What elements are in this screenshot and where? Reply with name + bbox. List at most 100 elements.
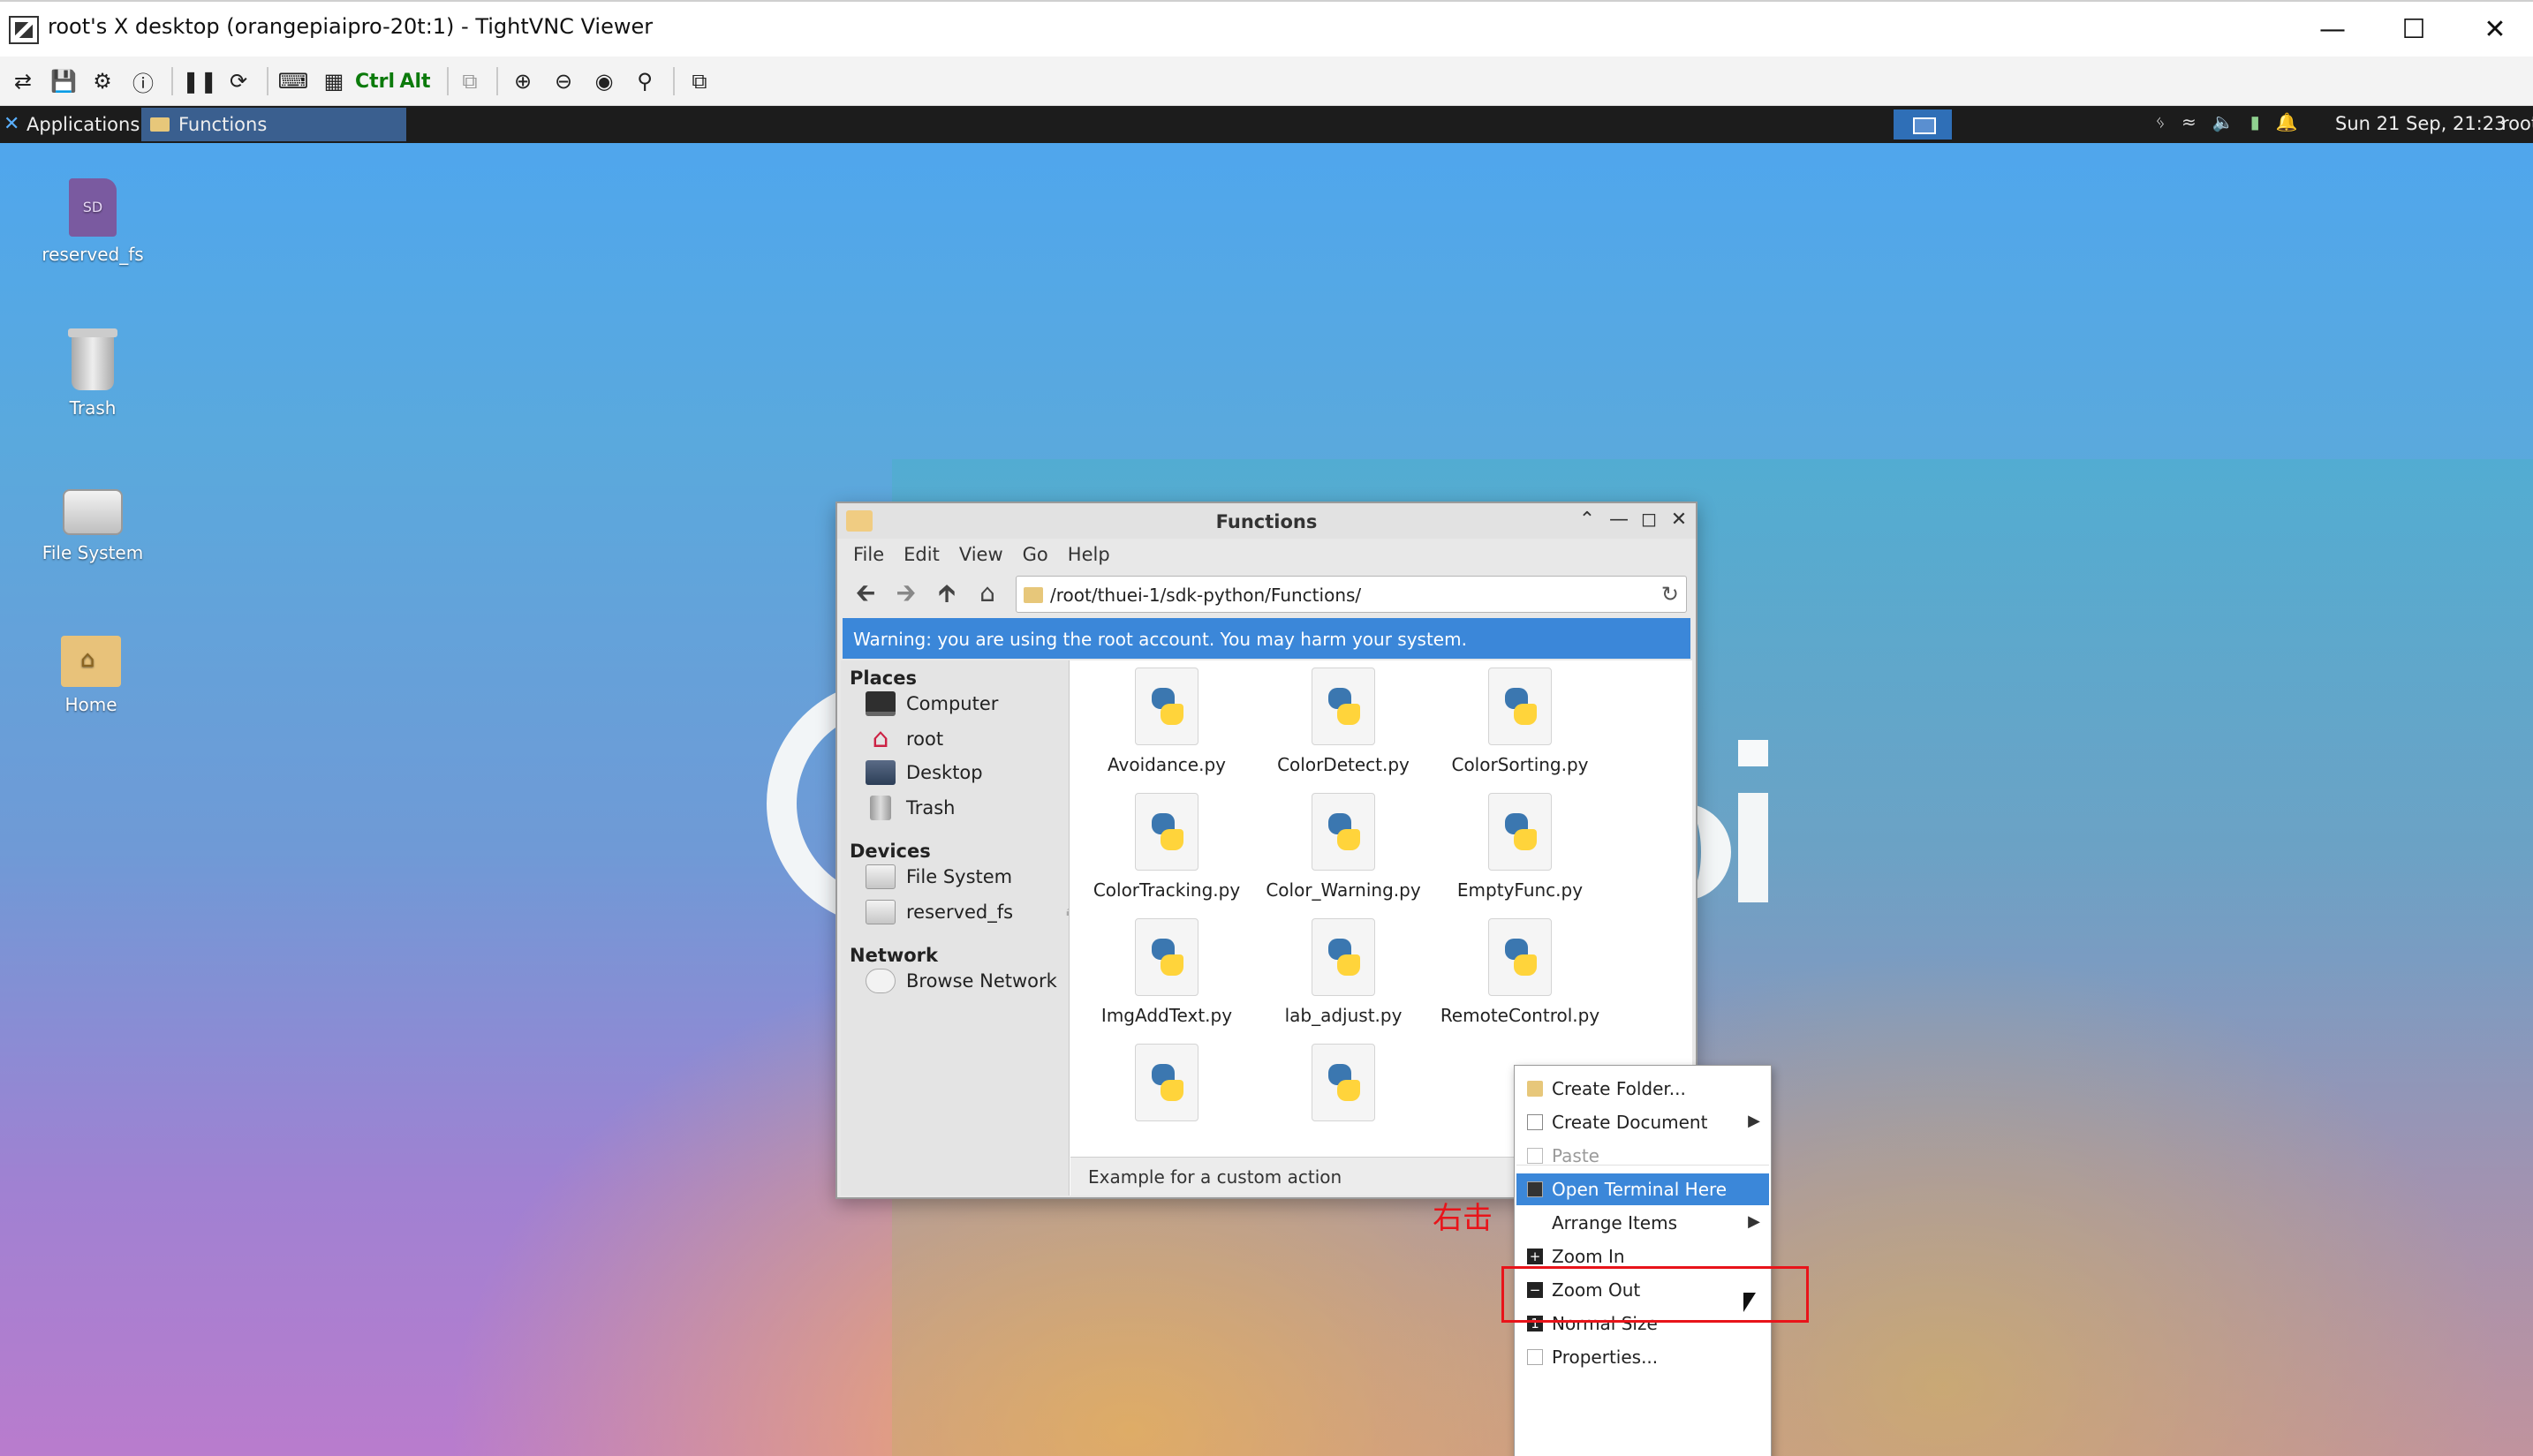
python-file-icon (1312, 793, 1375, 871)
file-item[interactable]: lab_adjust.py (1255, 918, 1432, 1026)
panel-clock[interactable]: Sun 21 Sep, 21:23 (2335, 113, 2506, 134)
network-header: Network (850, 945, 939, 966)
info-icon[interactable]: ⓘ (127, 65, 159, 97)
sidebar-item-reserved-fs[interactable]: reserved_fs ⏏ (866, 897, 1082, 927)
location-bar[interactable]: /root/thuei-1/sdk-python/Functions/ ↻ (1016, 576, 1687, 613)
taskbar-item-label: Functions (178, 114, 268, 135)
menu-edit[interactable]: Edit (896, 539, 952, 570)
file-item[interactable] (1078, 1044, 1255, 1130)
menu-item-create-folder[interactable]: Create Folder... (1516, 1073, 1769, 1105)
wallpaper-logo-dot (1738, 740, 1768, 766)
windows-key-icon[interactable]: ▦ (318, 65, 350, 97)
sidebar-item-trash[interactable]: Trash (866, 793, 956, 823)
save-icon[interactable]: 💾 (48, 65, 79, 97)
battery-icon[interactable]: ▮ (2250, 111, 2260, 132)
toolbar-separator (171, 67, 173, 95)
close-button[interactable]: ✕ (2455, 7, 2533, 51)
network-icon (866, 969, 896, 993)
fullscreen-icon[interactable]: ⧉ (684, 65, 715, 97)
desktop-icon-home[interactable]: Home (25, 636, 157, 715)
menu-item-properties[interactable]: Properties... (1516, 1341, 1769, 1373)
context-menu: Create Folder... Create Document ▶ Paste… (1514, 1065, 1772, 1456)
up-icon[interactable]: 🡱 (931, 581, 963, 607)
menu-file[interactable]: File (846, 539, 896, 570)
zoom-out-icon[interactable]: ⊖ (548, 65, 579, 97)
home-icon[interactable]: ⌂ (972, 581, 1003, 607)
panel-user[interactable]: root (2501, 113, 2533, 134)
desktop-icon-reserved-fs[interactable]: SD reserved_fs (26, 178, 159, 265)
close-button[interactable]: ✕ (1667, 509, 1690, 532)
desktop-icon-label: Home (64, 694, 117, 715)
file-item[interactable]: Avoidance.py (1078, 668, 1255, 775)
shade-button[interactable]: ⌃ (1576, 509, 1599, 532)
sidebar-item-desktop[interactable]: Desktop (866, 758, 983, 788)
file-item[interactable]: ColorTracking.py (1078, 793, 1255, 901)
desktop-icon-file-system[interactable]: File System (26, 489, 159, 563)
ctrl-key-button[interactable]: Ctrl (355, 65, 395, 97)
paste-icon (1527, 1148, 1543, 1164)
options-icon[interactable]: ⚙ (87, 65, 118, 97)
bluetooth-icon[interactable]: ᛃ (2155, 111, 2166, 132)
pause-icon[interactable]: ❚❚ (182, 65, 217, 97)
taskbar-item-functions[interactable]: Functions (141, 108, 406, 141)
minimize-button[interactable]: — (2293, 7, 2372, 51)
menu-item-label: Paste (1552, 1145, 1599, 1166)
menu-view[interactable]: View (952, 539, 1016, 570)
workspace-switcher[interactable] (1894, 109, 1952, 140)
new-connection-icon[interactable]: ⇄ (7, 65, 39, 97)
file-name: ColorSorting.py (1451, 754, 1589, 775)
menu-go[interactable]: Go (1016, 539, 1061, 570)
file-item[interactable]: Color_Warning.py (1255, 793, 1432, 901)
zoom-in-icon[interactable]: ⊕ (507, 65, 539, 97)
reload-icon[interactable]: ↻ (1661, 582, 1679, 607)
alt-key-button[interactable]: Alt (399, 65, 431, 97)
submenu-arrow-icon: ▶ (1748, 1212, 1760, 1231)
volume-icon[interactable]: 🔈 (2212, 111, 2234, 132)
clipboard-icon[interactable]: ⧉ (454, 65, 486, 97)
wifi-icon[interactable]: ≈ (2181, 111, 2197, 132)
file-item[interactable]: RemoteControl.py (1432, 918, 1608, 1026)
file-item[interactable]: ImgAddText.py (1078, 918, 1255, 1026)
python-file-icon (1488, 918, 1552, 996)
file-item[interactable]: ColorSorting.py (1432, 668, 1608, 775)
menu-help[interactable]: Help (1061, 539, 1123, 570)
file-item[interactable]: EmptyFunc.py (1432, 793, 1608, 901)
menu-item-arrange-items[interactable]: Arrange Items ▶ (1516, 1207, 1769, 1239)
file-manager-title-bar[interactable]: Functions ⌃ — ◻ ✕ (837, 503, 1696, 539)
vnc-toolbar: ⇄ 💾 ⚙ ⓘ ❚❚ ⟳ ⌨ ▦ Ctrl Alt ⧉ ⊕ ⊖ ◉ ⚲ ⧉ (0, 57, 2533, 106)
ctrl-alt-del-icon[interactable]: ⌨ (277, 65, 309, 97)
notification-icon[interactable]: 🔔 (2276, 111, 2298, 132)
maximize-button[interactable]: ◻ (1637, 509, 1660, 532)
sidebar-item-file-system[interactable]: File System (866, 862, 1012, 892)
file-name: ColorTracking.py (1093, 879, 1241, 901)
python-file-icon (1312, 1044, 1375, 1121)
maximize-button[interactable]: ☐ (2374, 7, 2454, 51)
file-item[interactable] (1255, 1044, 1432, 1130)
menu-item-label: Properties... (1552, 1347, 1659, 1368)
file-item[interactable]: ColorDetect.py (1255, 668, 1432, 775)
applications-menu[interactable]: ✕ Applications ⋮ (4, 111, 163, 138)
navigation-bar: 🡰 🡲 🡱 ⌂ /root/thuei-1/sdk-python/Functio… (837, 570, 1696, 616)
back-icon[interactable]: 🡰 (850, 581, 881, 607)
zoom-fit-icon[interactable]: ⚲ (629, 65, 661, 97)
python-file-icon (1488, 793, 1552, 871)
toolbar-separator (673, 67, 675, 95)
python-file-icon (1135, 793, 1198, 871)
remote-desktop[interactable]: ✕ Applications ⋮ Functions ᛃ ≈ 🔈 ▮ 🔔 Sun… (0, 106, 2533, 1456)
forward-icon[interactable]: 🡲 (890, 581, 922, 607)
minimize-button[interactable]: — (1607, 509, 1630, 532)
sidebar-item-root[interactable]: ⌂ root (866, 724, 943, 754)
refresh-icon[interactable]: ⟳ (223, 65, 254, 97)
sidebar-item-computer[interactable]: Computer (866, 689, 998, 719)
desktop-icon-trash[interactable]: Trash (26, 328, 159, 419)
places-header: Places (850, 668, 917, 689)
menu-item-create-document[interactable]: Create Document ▶ (1516, 1106, 1769, 1138)
folder-icon (150, 117, 170, 132)
zoom-100-icon[interactable]: ◉ (588, 65, 620, 97)
menu-item-label: Arrange Items (1552, 1212, 1678, 1233)
menu-item-paste[interactable]: Paste (1516, 1140, 1769, 1172)
sidebar-item-browse-network[interactable]: Browse Network (866, 966, 1057, 996)
menu-item-open-terminal-here[interactable]: Open Terminal Here (1516, 1173, 1769, 1205)
window-title: root's X desktop (orangepiaipro-20t:1) -… (48, 14, 654, 39)
python-file-icon (1135, 918, 1198, 996)
